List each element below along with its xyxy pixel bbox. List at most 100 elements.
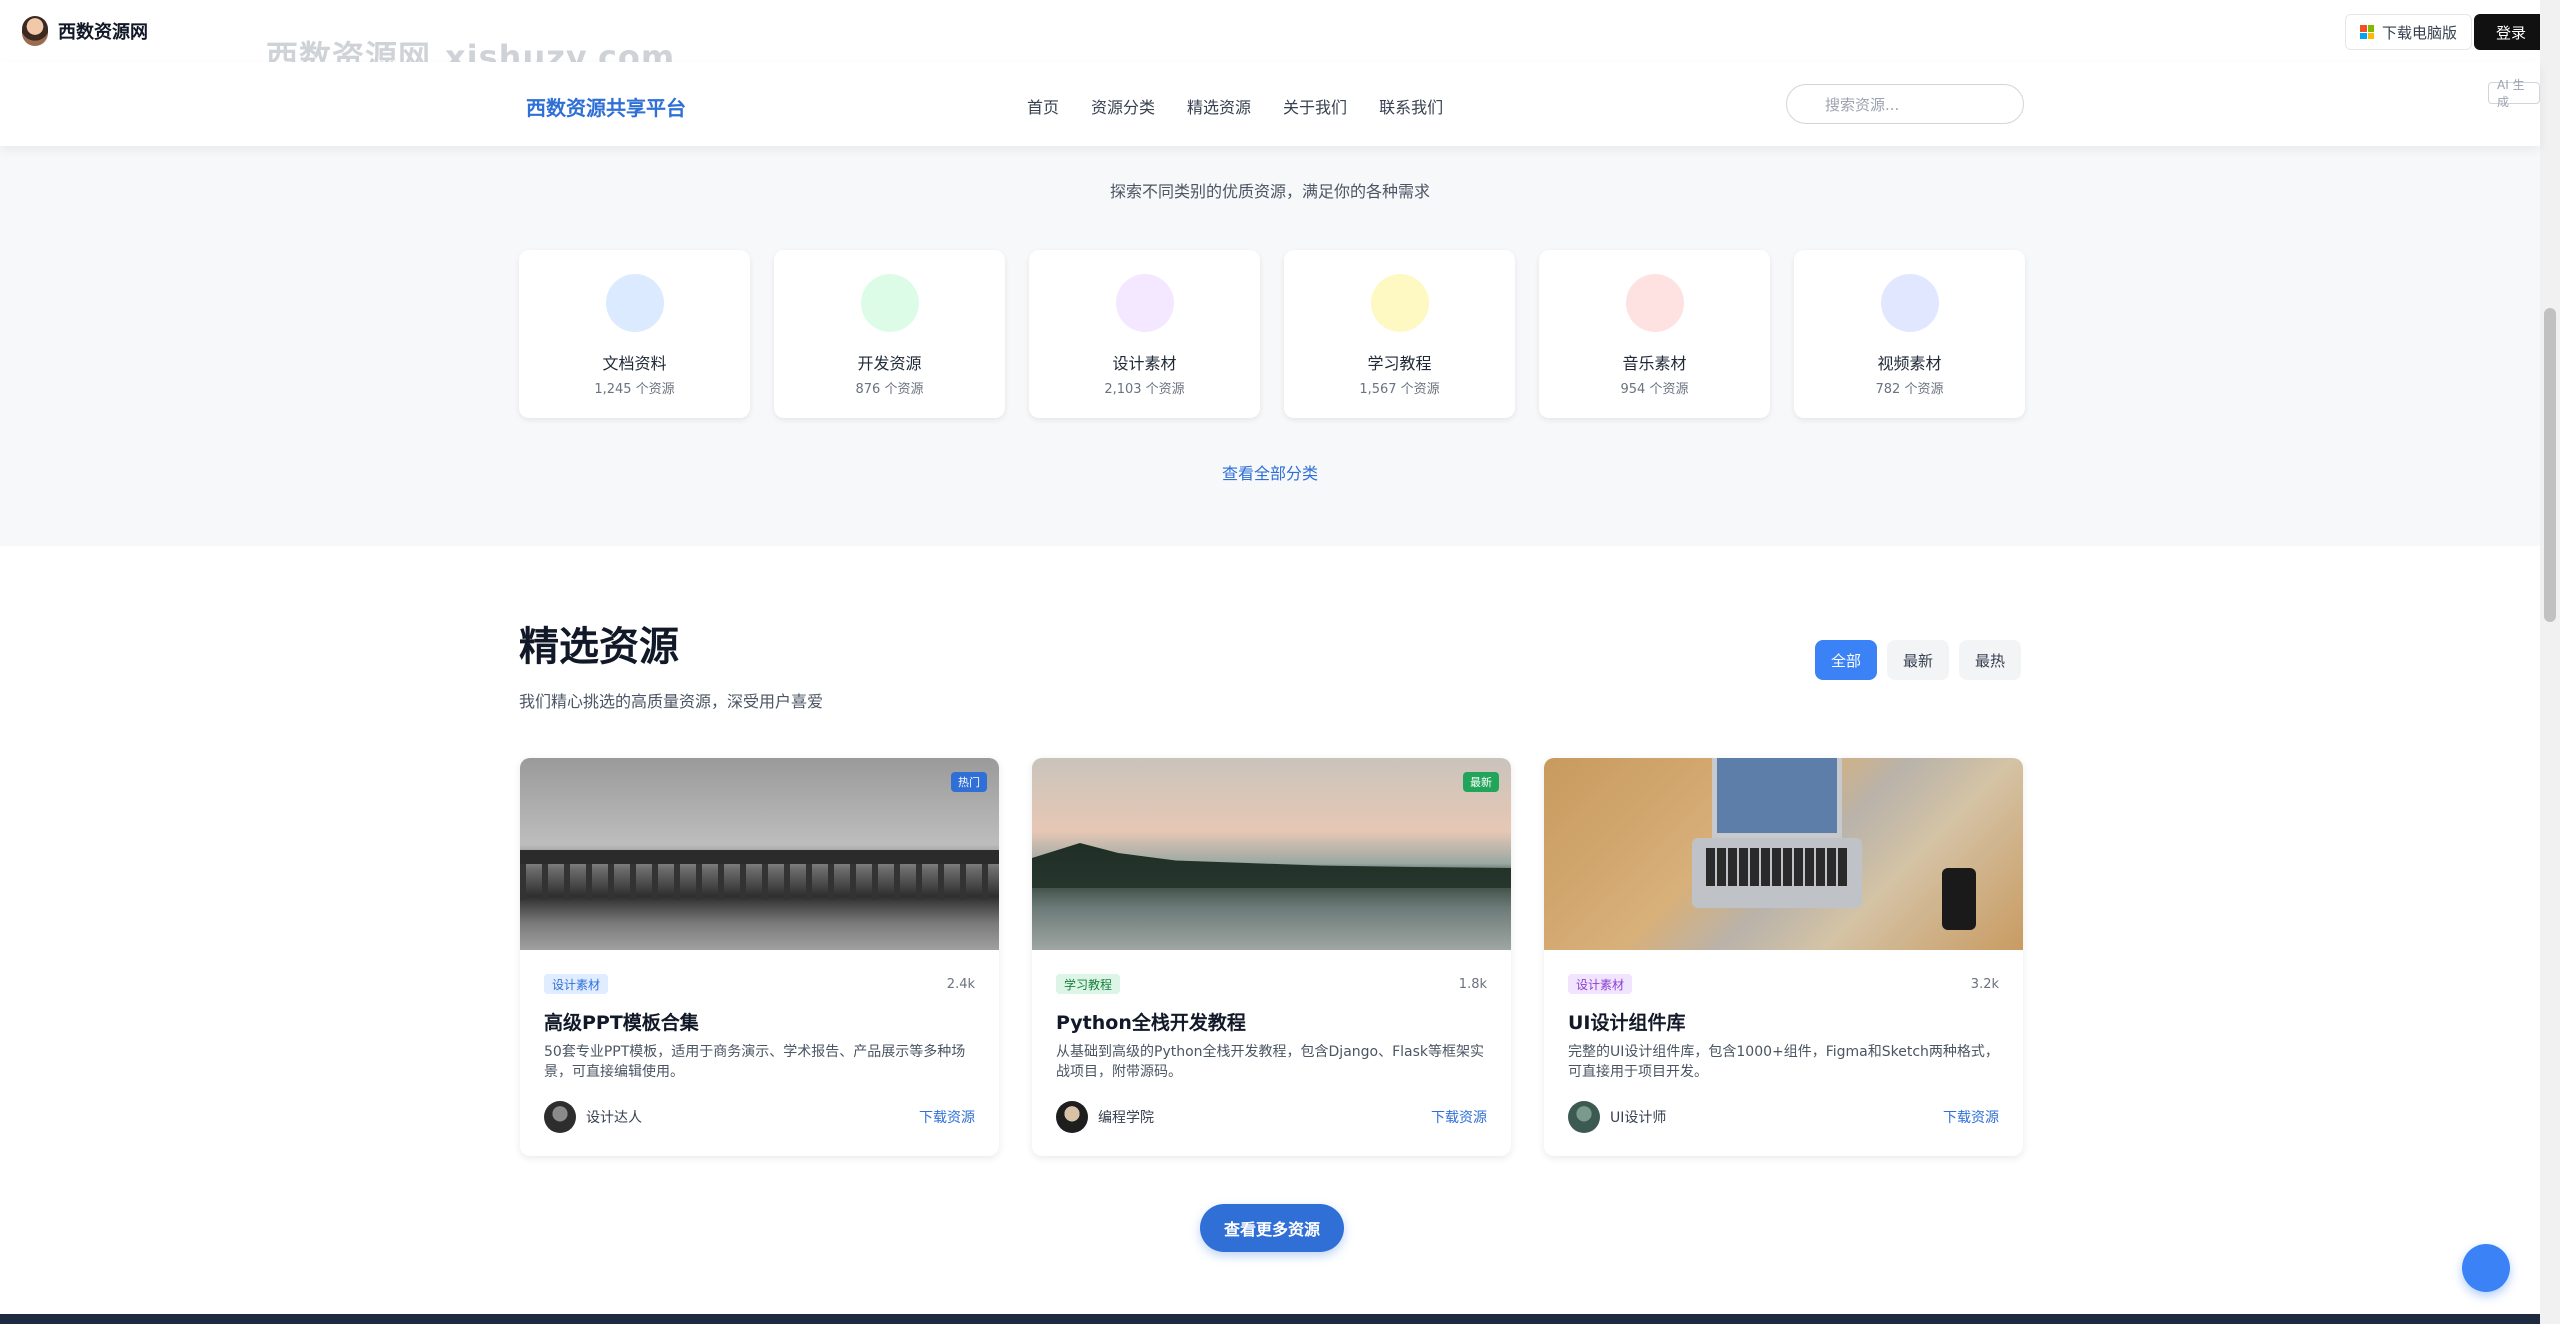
download-resource-link[interactable]: 下载资源 (919, 1107, 975, 1127)
resource-tag: 学习教程 (1056, 974, 1121, 994)
category-list: 文档资料 1,245 个资源 开发资源 876 个资源 设计素材 2,103 个… (519, 250, 2025, 418)
new-badge: 最新 (1463, 772, 1499, 792)
resource-card[interactable]: 热门 设计素材 2.4k 高级PPT模板合集 50套专业PPT模板，适用于商务演… (520, 758, 999, 1156)
resource-title[interactable]: UI设计组件库 (1568, 1008, 1686, 1035)
featured-subtitle: 我们精心挑选的高质量资源，深受用户喜爱 (519, 692, 824, 711)
resource-author: UI设计师 (1568, 1101, 1666, 1133)
category-card-music[interactable]: 音乐素材 954 个资源 (1539, 250, 1770, 418)
search-input[interactable]: 搜索资源... (1786, 84, 2024, 124)
category-name: 开发资源 (857, 354, 922, 373)
resource-views: 3.2k (1970, 976, 1999, 992)
category-name: 文档资料 (602, 354, 667, 373)
page-scrollbar[interactable] (2540, 0, 2560, 1324)
nav-link-contact[interactable]: 联系我们 (1379, 94, 1443, 118)
floating-action-button[interactable] (2462, 1244, 2510, 1292)
resource-meta: 设计素材 3.2k (1568, 974, 1999, 994)
category-count: 1,245 个资源 (594, 382, 675, 397)
brand[interactable]: 西数资源网 (22, 16, 148, 46)
category-card-tutorial[interactable]: 学习教程 1,567 个资源 (1284, 250, 1515, 418)
category-name: 学习教程 (1367, 354, 1432, 373)
resource-tag: 设计素材 (1568, 974, 1633, 994)
windows-icon (2360, 25, 2374, 39)
resource-author: 编程学院 (1056, 1101, 1154, 1133)
laptop-keyboard (1692, 838, 1862, 908)
filter-hottest[interactable]: 最热 (1959, 640, 2022, 680)
resource-footer: 编程学院 下载资源 (1056, 1100, 1487, 1134)
nav-link-featured[interactable]: 精选资源 (1187, 94, 1251, 118)
resource-image-desk (1544, 758, 2023, 950)
resource-tag: 设计素材 (544, 974, 609, 994)
category-icon (606, 274, 664, 332)
download-pc-button[interactable]: 下载电脑版 (2345, 14, 2473, 50)
hot-badge: 热门 (951, 772, 987, 792)
resource-meta: 设计素材 2.4k (544, 974, 975, 994)
pier-deck (520, 850, 999, 864)
categories-subtitle: 探索不同类别的优质资源，满足你的各种需求 (1109, 182, 1430, 201)
resource-footer: 设计达人 下载资源 (544, 1100, 975, 1134)
resource-card[interactable]: 最新 学习教程 1.8k Python全栈开发教程 从基础到高级的Python全… (1032, 758, 1511, 1156)
nav-link-home[interactable]: 首页 (1027, 94, 1059, 118)
category-card-video[interactable]: 视频素材 782 个资源 (1794, 250, 2025, 418)
author-name: 设计达人 (586, 1110, 642, 1126)
category-card-design[interactable]: 设计素材 2,103 个资源 (1029, 250, 1260, 418)
resource-footer: UI设计师 下载资源 (1568, 1100, 1999, 1134)
ai-generated-tag: AI 生成 (2488, 78, 2540, 109)
category-icon (1881, 274, 1939, 332)
download-resource-link[interactable]: 下载资源 (1943, 1107, 1999, 1127)
resource-description: 50套专业PPT模板，适用于商务演示、学术报告、产品展示等多种场景，可直接编辑使… (544, 1044, 966, 1080)
author-name: 编程学院 (1098, 1110, 1154, 1126)
resource-meta: 学习教程 1.8k (1056, 974, 1487, 994)
category-name: 设计素材 (1112, 354, 1177, 373)
main-nav: 西数资源共享平台 首页 资源分类 精选资源 关于我们 联系我们 搜索资源... … (0, 62, 2540, 146)
category-card-docs[interactable]: 文档资料 1,245 个资源 (519, 250, 750, 418)
author-avatar (1568, 1101, 1600, 1133)
resource-image-pier: 热门 (520, 758, 999, 950)
category-icon (1116, 274, 1174, 332)
top-bar: 西数资源网 西数资源网 xishuzy.com 下载电脑版 登录 (0, 0, 2560, 76)
scrollbar-thumb[interactable] (2544, 308, 2556, 622)
resource-image-lake: 最新 (1032, 758, 1511, 950)
resource-author: 设计达人 (544, 1101, 642, 1133)
view-more-resources-button[interactable]: 查看更多资源 (1200, 1204, 1344, 1252)
footer-strip (0, 1314, 2540, 1324)
category-count: 782 个资源 (1875, 382, 1944, 397)
view-all-categories-link[interactable]: 查看全部分类 (0, 460, 2540, 484)
category-card-dev[interactable]: 开发资源 876 个资源 (774, 250, 1005, 418)
resource-views: 1.8k (1458, 976, 1487, 992)
brand-avatar (22, 16, 48, 46)
category-count: 1,567 个资源 (1359, 382, 1440, 397)
resource-title[interactable]: Python全栈开发教程 (1056, 1008, 1246, 1035)
category-count: 876 个资源 (855, 382, 924, 397)
nav-link-categories[interactable]: 资源分类 (1091, 94, 1155, 118)
featured-filters: 全部 最新 最热 (1815, 640, 2022, 680)
categories-section: 探索不同类别的优质资源，满足你的各种需求 文档资料 1,245 个资源 开发资源… (0, 146, 2540, 546)
site-title[interactable]: 西数资源共享平台 (526, 92, 686, 121)
author-avatar (544, 1101, 576, 1133)
laptop-screen (1712, 758, 1842, 838)
pier-legs (520, 864, 999, 900)
resource-description: 完整的UI设计组件库，包含1000+组件，Figma和Sketch两种格式，可直… (1568, 1044, 1999, 1080)
nav-links: 首页 资源分类 精选资源 关于我们 联系我们 (1027, 94, 1443, 118)
category-count: 954 个资源 (1620, 382, 1689, 397)
featured-title: 精选资源 (519, 624, 679, 670)
category-name: 音乐素材 (1622, 354, 1687, 373)
category-icon (1626, 274, 1684, 332)
filter-all[interactable]: 全部 (1815, 640, 1878, 680)
login-button[interactable]: 登录 (2474, 14, 2548, 50)
category-icon (861, 274, 919, 332)
category-name: 视频素材 (1877, 354, 1942, 373)
brand-name: 西数资源网 (58, 22, 148, 43)
resource-title[interactable]: 高级PPT模板合集 (544, 1008, 699, 1035)
author-avatar (1056, 1101, 1088, 1133)
lake-treeline (1032, 843, 1511, 888)
phone-illustration (1942, 868, 1976, 930)
author-name: UI设计师 (1610, 1110, 1667, 1126)
filter-latest[interactable]: 最新 (1887, 640, 1950, 680)
resource-card[interactable]: 设计素材 3.2k UI设计组件库 完整的UI设计组件库，包含1000+组件，F… (1544, 758, 2023, 1156)
download-pc-label: 下载电脑版 (2382, 23, 2458, 42)
resource-views: 2.4k (946, 976, 975, 992)
download-resource-link[interactable]: 下载资源 (1431, 1107, 1487, 1127)
laptop-illustration (1692, 758, 1862, 908)
resource-list: 热门 设计素材 2.4k 高级PPT模板合集 50套专业PPT模板，适用于商务演… (520, 758, 2023, 1156)
nav-link-about[interactable]: 关于我们 (1283, 94, 1347, 118)
